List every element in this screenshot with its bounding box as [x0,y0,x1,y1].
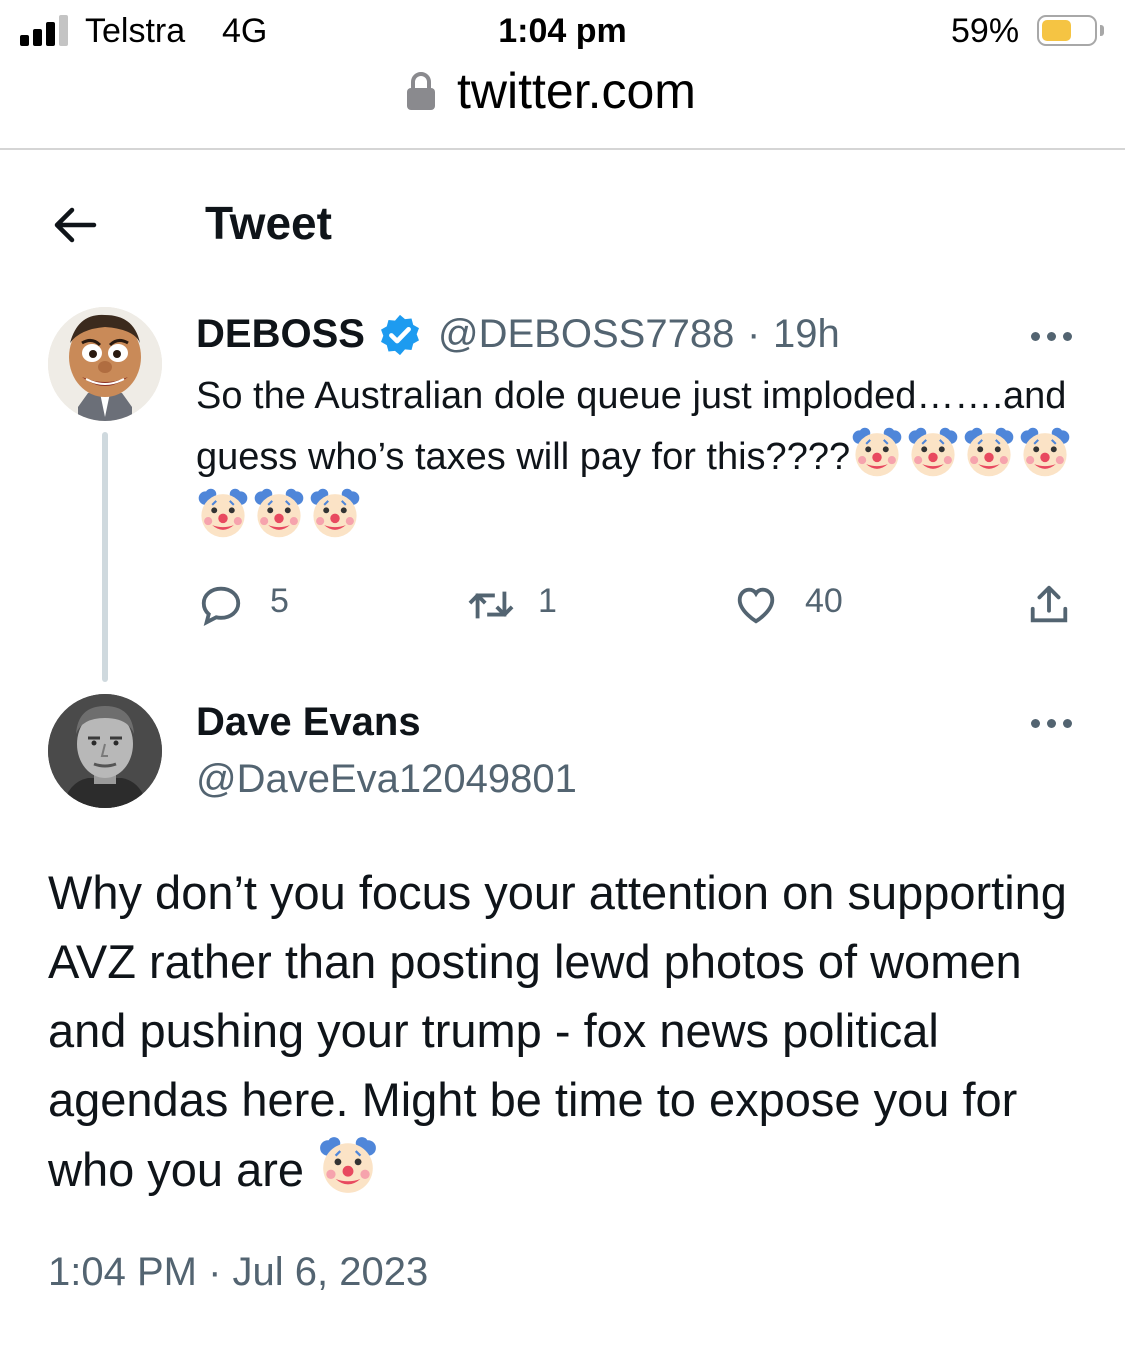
reply-button[interactable]: 5 [196,580,316,630]
battery-tip [1100,25,1104,36]
tweet-text: So the Australian dole queue just implod… [196,368,1076,547]
reply-icon [201,586,241,626]
retweet-button[interactable]: 1 [464,580,584,630]
clown-face-icon [852,427,902,477]
clown-face-icon [964,427,1014,477]
arrow-left-icon[interactable] [50,200,100,250]
tweet-action-bar: 5 1 40 [196,580,1086,630]
verified-badge-icon [381,314,419,356]
clown-face-icon [1020,427,1070,477]
like-count: 40 [805,582,843,620]
reply-body-text: Why don’t you focus your attention on su… [48,866,1067,1196]
clown-face-icon [198,488,248,538]
reply-text: Why don’t you focus your attention on su… [48,858,1098,1204]
tweet-header: Tweet [0,150,1125,290]
clown-face-icon [254,488,304,538]
battery-percentage: 59% [951,12,1020,50]
avatar[interactable] [48,307,162,421]
reply-count: 5 [270,582,289,620]
clown-emoji [317,1137,381,1196]
portrait-avatar-image [48,694,162,808]
clown-face-icon [908,427,958,477]
tweet-timestamp[interactable]: 1:04 PM · Jul 6, 2023 [48,1250,428,1295]
retweet-count: 1 [538,582,557,620]
address-bar[interactable]: twitter.com [0,62,1125,150]
clown-face-icon [310,488,360,538]
clown-face-icon [320,1137,377,1193]
tweet-age[interactable]: 19h [773,312,840,357]
author-handle[interactable]: @DEBOSS7788 [438,312,734,357]
more-options-icon[interactable] [1031,329,1075,343]
more-options-icon[interactable] [1031,716,1075,730]
status-bar: Telstra 4G 1:04 pm 59% [0,0,1125,62]
retweet-icon [468,591,514,619]
like-button[interactable]: 40 [732,580,872,630]
battery-icon [1037,15,1097,46]
page-title: Tweet [205,197,332,249]
battery-level-fill [1042,20,1071,41]
lock-icon [407,72,435,110]
meta-separator: · [747,312,761,356]
author-display-name[interactable]: DEBOSS [196,312,365,357]
reply-author-display-name[interactable]: Dave Evans [196,700,421,745]
avatar[interactable] [48,694,162,808]
heart-icon [737,587,775,624]
tweet-page: Telstra 4G 1:04 pm 59% twitter.com Tweet [0,0,1125,1348]
reply-author-handle[interactable]: @DaveEva12049801 [196,757,577,802]
share-button[interactable] [1026,580,1076,630]
caricature-avatar-image [48,307,162,421]
url-text[interactable]: twitter.com [457,62,696,120]
share-icon [1030,585,1068,623]
thread-connector-line [102,432,108,682]
